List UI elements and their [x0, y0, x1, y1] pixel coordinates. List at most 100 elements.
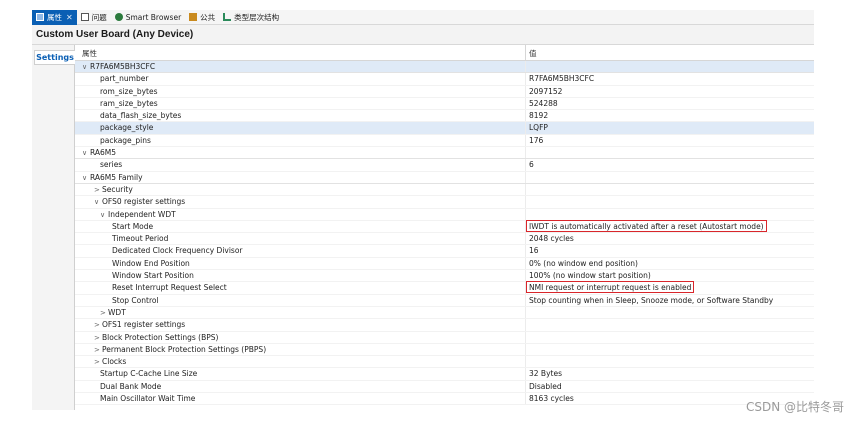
property-name: ∨ RA6M5 Family: [82, 173, 143, 182]
property-name: > Permanent Block Protection Settings (PB…: [94, 345, 266, 354]
property-name: Window End Position: [112, 259, 190, 268]
property-name-text: Main Oscillator Wait Time: [100, 394, 196, 404]
properties-title-bar: Custom User Board (Any Device): [32, 25, 814, 45]
property-name: Window Start Position: [112, 271, 194, 280]
chevron-down-icon[interactable]: ∨: [82, 174, 90, 182]
type-hierarchy-icon: [223, 13, 232, 21]
property-row[interactable]: > Security: [75, 183, 814, 197]
property-value[interactable]: R7FA6M5BH3CFC: [529, 74, 594, 83]
property-value[interactable]: 6: [529, 160, 534, 169]
property-row[interactable]: Dual Bank Mode Disabled: [75, 380, 814, 394]
property-name-text: OFS0 register settings: [102, 197, 186, 207]
property-row[interactable]: Dedicated Clock Frequency Divisor 16: [75, 245, 814, 258]
property-name: > Block Protection Settings (BPS): [94, 333, 218, 342]
property-name: ∨ Independent WDT: [100, 210, 176, 219]
property-name: data_flash_size_bytes: [100, 111, 181, 120]
chevron-right-icon[interactable]: >: [94, 334, 102, 342]
property-name: series: [100, 160, 122, 169]
property-row[interactable]: ram_size_bytes 524288: [75, 97, 814, 111]
chevron-down-icon[interactable]: ∨: [100, 211, 108, 219]
property-row[interactable]: Startup C-Cache Line Size 32 Bytes: [75, 368, 814, 381]
property-row[interactable]: Window End Position 0% (no window end po…: [75, 257, 814, 271]
tab-label: 问题: [91, 12, 107, 22]
page-title: Custom User Board (Any Device): [36, 29, 194, 40]
tab-1[interactable]: 问题: [77, 10, 111, 25]
row-divider: [75, 404, 814, 406]
property-name: Main Oscillator Wait Time: [100, 394, 195, 403]
property-row[interactable]: Main Oscillator Wait Time 8163 cycles: [75, 393, 814, 406]
property-value[interactable]: LQFP: [529, 123, 548, 132]
property-name-text: Startup C-Cache Line Size: [100, 369, 198, 379]
property-name: part_number: [100, 74, 148, 83]
property-name-text: Security: [102, 184, 133, 194]
property-row[interactable]: > WDT: [75, 306, 814, 320]
property-row[interactable]: rom_size_bytes 2097152: [75, 85, 814, 98]
property-value[interactable]: 100% (no window start position): [529, 271, 651, 280]
common-icon: [189, 13, 198, 21]
property-row[interactable]: package_style LQFP: [75, 122, 814, 135]
property-row[interactable]: package_pins 176: [75, 134, 814, 148]
property-value[interactable]: 524288: [529, 99, 558, 108]
watermark: CSDN @比特冬哥: [745, 400, 844, 414]
chevron-right-icon[interactable]: >: [100, 309, 108, 317]
highlight-box: [526, 281, 695, 294]
property-name-text: series: [100, 160, 123, 170]
chevron-right-icon[interactable]: >: [94, 346, 102, 354]
property-row[interactable]: part_number R7FA6M5BH3CFC: [75, 73, 814, 86]
property-value[interactable]: 2048 cycles: [529, 234, 574, 243]
side-tab-panel: Settings: [32, 45, 75, 410]
property-name-text: RA6M5 Family: [90, 172, 143, 182]
chevron-right-icon[interactable]: >: [94, 321, 102, 329]
tab-label: 公共: [200, 12, 216, 22]
tab-4[interactable]: 类型层次结构: [219, 10, 283, 25]
chevron-right-icon[interactable]: >: [94, 186, 102, 194]
property-row[interactable]: ∨ OFS0 register settings: [75, 196, 814, 209]
category-row[interactable]: ∨ RA6M5: [75, 147, 814, 160]
chevron-right-icon[interactable]: >: [94, 358, 102, 366]
property-name: > Clocks: [94, 357, 126, 366]
property-name-text: WDT: [108, 307, 126, 317]
property-row[interactable]: > Clocks: [75, 356, 814, 369]
property-value[interactable]: 176: [529, 136, 543, 145]
property-row[interactable]: Stop Control Stop counting when in Sleep,…: [75, 294, 814, 307]
property-grid: 属性 值 ∨ R7FA6M5BH3CFC part_number R7FA6M5BH3…: [75, 45, 814, 410]
property-row[interactable]: > Permanent Block Protection Settings (PB…: [75, 343, 814, 357]
property-name-text: Dedicated Clock Frequency Divisor: [112, 246, 243, 256]
tab-0[interactable]: 属性 ✕: [32, 9, 77, 25]
chevron-down-icon[interactable]: ∨: [82, 149, 90, 157]
property-name: Dedicated Clock Frequency Divisor: [112, 246, 243, 255]
property-name: Startup C-Cache Line Size: [100, 369, 197, 378]
tab-settings[interactable]: Settings: [34, 50, 75, 65]
property-row[interactable]: Timeout Period 2048 cycles: [75, 233, 814, 246]
chevron-down-icon[interactable]: ∨: [94, 198, 102, 206]
chevron-down-icon[interactable]: ∨: [82, 63, 90, 71]
property-value[interactable]: 8192: [529, 111, 548, 120]
property-value[interactable]: 8163 cycles: [529, 394, 574, 403]
property-value[interactable]: 2097152: [529, 87, 562, 96]
tab-3[interactable]: 公共: [185, 10, 219, 25]
column-header-value[interactable]: 值: [529, 48, 537, 59]
property-row[interactable]: series 6: [75, 159, 814, 172]
property-value[interactable]: 32 Bytes: [529, 369, 562, 378]
property-row[interactable]: Window Start Position 100% (no window sta…: [75, 270, 814, 283]
properties-icon: [36, 13, 44, 21]
category-row[interactable]: ∨ RA6M5 Family: [75, 171, 814, 184]
property-value[interactable]: 0% (no window end position): [529, 259, 638, 268]
property-name-text: part_number: [100, 74, 149, 84]
property-value[interactable]: 16: [529, 246, 539, 255]
property-value[interactable]: Stop counting when in Sleep, Snooze mode…: [529, 296, 773, 305]
column-separator[interactable]: [525, 45, 526, 61]
property-row[interactable]: Reset Interrupt Request Select NMI reques…: [75, 282, 814, 295]
property-name-text: package_style: [100, 123, 154, 133]
property-value[interactable]: Disabled: [529, 382, 562, 391]
property-row[interactable]: data_flash_size_bytes 8192: [75, 110, 814, 123]
property-name: Dual Bank Mode: [100, 382, 161, 391]
category-row[interactable]: ∨ R7FA6M5BH3CFC: [75, 61, 814, 74]
property-name: ram_size_bytes: [100, 99, 158, 108]
tab-2[interactable]: Smart Browser: [111, 10, 185, 25]
property-row[interactable]: > OFS1 register settings: [75, 319, 814, 332]
column-header-property[interactable]: 属性: [82, 48, 97, 59]
property-row[interactable]: > Block Protection Settings (BPS): [75, 331, 814, 344]
close-icon[interactable]: ✕: [66, 13, 73, 22]
property-rows: ∨ R7FA6M5BH3CFC part_number R7FA6M5BH3CFC ro…: [75, 61, 814, 406]
